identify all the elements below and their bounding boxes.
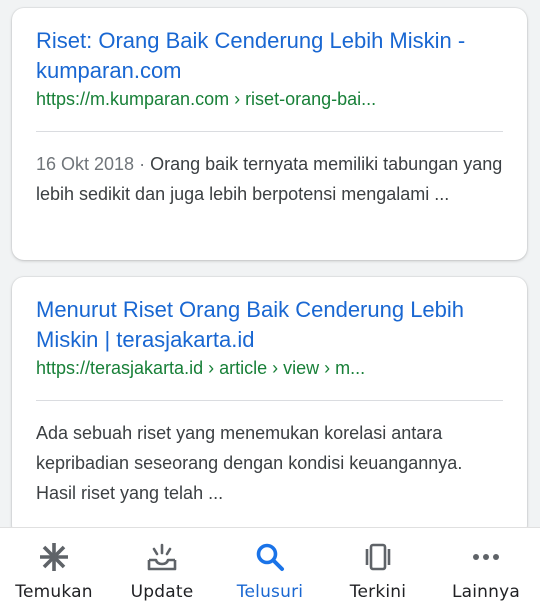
nav-item-telusuri[interactable]: Telusuri	[216, 528, 324, 611]
inbox-icon	[145, 540, 179, 574]
nav-label: Lainnya	[451, 582, 521, 602]
date-separator: ·	[134, 154, 151, 174]
cards-icon	[361, 540, 395, 574]
divider	[36, 400, 503, 401]
result-snippet: Ada sebuah riset yang menemukan korelasi…	[36, 423, 463, 503]
result-title-link[interactable]: Menurut Riset Orang Baik Cenderung Lebih…	[36, 295, 503, 355]
bottom-navigation-bar: Temukan Update Telusuri Terkini Lainnya	[0, 527, 540, 611]
result-url[interactable]: https://m.kumparan.com › riset-orang-bai…	[36, 86, 503, 112]
nav-label: Terkini	[349, 582, 407, 602]
asterisk-icon	[37, 540, 71, 574]
nav-item-lainnya[interactable]: Lainnya	[432, 528, 540, 611]
nav-item-temukan[interactable]: Temukan	[0, 528, 108, 611]
nav-label: Temukan	[15, 582, 93, 602]
search-result-card: Riset: Orang Baik Cenderung Lebih Miskin…	[12, 8, 527, 260]
nav-item-terkini[interactable]: Terkini	[324, 528, 432, 611]
divider	[36, 131, 503, 132]
search-icon	[253, 540, 287, 574]
search-result-card: Menurut Riset Orang Baik Cenderung Lebih…	[12, 277, 527, 537]
result-snippet: 16 Okt 2018 · Orang baik ternyata memili…	[36, 149, 503, 209]
nav-label: Telusuri	[236, 582, 304, 602]
result-url[interactable]: https://terasjakarta.id › article › view…	[36, 355, 503, 381]
result-date: 16 Okt 2018	[36, 154, 135, 174]
nav-label: Update	[130, 582, 194, 602]
result-title-link[interactable]: Riset: Orang Baik Cenderung Lebih Miskin…	[36, 26, 503, 86]
more-dots-icon	[469, 540, 503, 574]
nav-item-update[interactable]: Update	[108, 528, 216, 611]
